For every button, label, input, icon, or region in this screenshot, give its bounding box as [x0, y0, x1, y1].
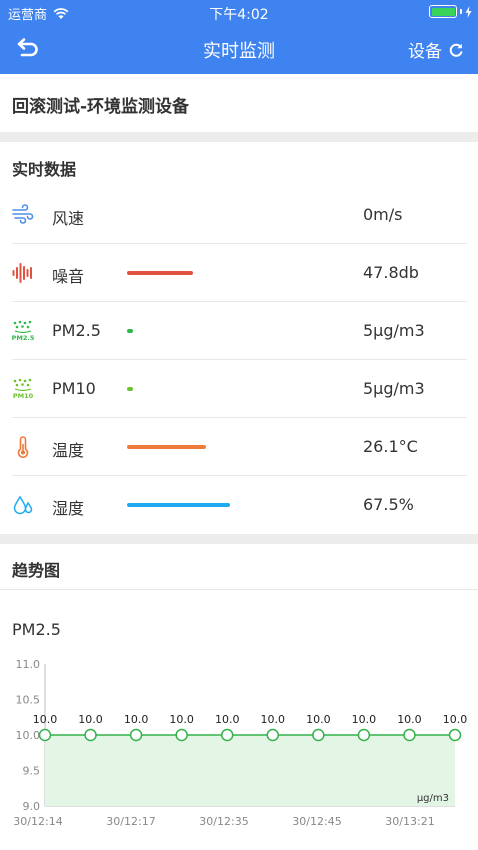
- refresh-icon: [449, 43, 463, 57]
- charging-icon: [465, 5, 472, 18]
- device-button-label: 设备: [408, 42, 442, 62]
- data-label: 10.0: [33, 713, 58, 726]
- pm25-label: PM2.5: [52, 321, 101, 340]
- temperature-level-bar: [127, 445, 206, 449]
- humidity-icon: [13, 495, 33, 515]
- row-noise: 噪音 47.8db: [12, 244, 467, 302]
- unit-label: μg/m3: [417, 793, 449, 804]
- row-pm25: PM2.5 PM2.5 5μg/m3: [12, 302, 467, 360]
- y-tick-label: 9.5: [23, 765, 41, 778]
- humidity-label: 湿度: [52, 499, 85, 518]
- series-area: [45, 735, 455, 806]
- data-point: [312, 728, 325, 742]
- noise-value: 47.8db: [363, 263, 419, 282]
- x-tick-label: 30/12:14: [13, 815, 62, 828]
- data-point: [175, 728, 188, 742]
- data-label: 10.0: [169, 713, 194, 726]
- wind-icon: [12, 204, 34, 224]
- pm25-value: 5μg/m3: [363, 321, 425, 340]
- row-temperature: 温度 26.1°C: [12, 418, 467, 476]
- x-tick-label: 30/12:17: [106, 815, 155, 828]
- data-point: [266, 728, 280, 742]
- data-label: 10.0: [352, 713, 377, 726]
- battery-icon: [429, 5, 457, 18]
- data-label: 10.0: [124, 713, 149, 726]
- section-divider: [0, 534, 478, 544]
- data-label: 10.0: [215, 713, 240, 726]
- humidity-value: 67.5%: [363, 495, 414, 514]
- pm10-value: 5μg/m3: [363, 379, 425, 398]
- svg-text:PM2.5: PM2.5: [12, 334, 34, 342]
- device-name: 回滚测试-环境监测设备: [12, 97, 190, 117]
- y-tick-label: 10.5: [16, 694, 41, 707]
- noise-icon: [12, 263, 32, 283]
- x-tick-label: 30/13:21: [385, 815, 434, 828]
- data-point: [84, 728, 97, 742]
- nav-bar: 实时监测 设备: [0, 24, 478, 74]
- thermometer-icon: [17, 436, 29, 458]
- trend-divider: [0, 589, 478, 590]
- status-bar: 运营商 下午4:02: [0, 0, 478, 24]
- humidity-level-bar: [127, 503, 230, 507]
- temperature-value: 26.1°C: [363, 437, 418, 456]
- row-humidity: 湿度 67.5%: [12, 476, 467, 534]
- section-divider: [0, 132, 478, 142]
- data-label: 10.0: [78, 713, 103, 726]
- y-tick-label: 9.0: [23, 800, 41, 813]
- battery-indicator: [429, 5, 472, 18]
- trend-title: 趋势图: [12, 561, 61, 580]
- svg-text:PM10: PM10: [13, 392, 34, 400]
- page-title: 实时监测: [203, 41, 275, 62]
- data-point: [357, 728, 371, 742]
- pm10-level-bar: [127, 387, 133, 391]
- y-tick-label: 11.0: [16, 658, 41, 671]
- battery-tip: [460, 9, 462, 14]
- pm10-icon: PM10: [13, 378, 34, 400]
- pm25-icon: PM2.5: [12, 320, 34, 342]
- row-wind-speed: 风速 0m/s: [12, 186, 467, 244]
- data-label: 10.0: [397, 713, 422, 726]
- temperature-label: 温度: [52, 441, 85, 460]
- x-tick-label: 30/12:35: [199, 815, 248, 828]
- data-point: [129, 728, 143, 742]
- wind-speed-value: 0m/s: [363, 205, 403, 224]
- noise-label: 噪音: [52, 267, 85, 286]
- data-label: 10.0: [261, 713, 286, 726]
- realtime-title: 实时数据: [12, 160, 77, 179]
- data-point: [38, 728, 52, 742]
- pm25-level-bar: [127, 329, 133, 333]
- status-time: 下午4:02: [209, 7, 269, 23]
- header: 运营商 下午4:02 实时监测 设备: [0, 0, 478, 74]
- device-button[interactable]: 设备: [408, 37, 464, 62]
- wind-speed-label: 风速: [52, 209, 85, 228]
- data-label: 10.0: [443, 713, 468, 726]
- chart-title: PM2.5: [12, 620, 61, 639]
- pm10-label: PM10: [52, 379, 96, 398]
- data-point: [448, 728, 462, 742]
- noise-level-bar: [127, 271, 193, 275]
- data-label: 10.0: [306, 713, 331, 726]
- y-tick-label: 10.0: [16, 729, 41, 742]
- x-tick-label: 30/12:45: [292, 815, 341, 828]
- trend-chart: 11.0 10.5 10.0 9.5 9.0 10.0 10.0 10.0 10.0 10.0 10…: [13, 658, 468, 828]
- data-point: [403, 728, 416, 742]
- data-point: [220, 728, 234, 742]
- row-pm10: PM10 PM10 5μg/m3: [12, 360, 467, 418]
